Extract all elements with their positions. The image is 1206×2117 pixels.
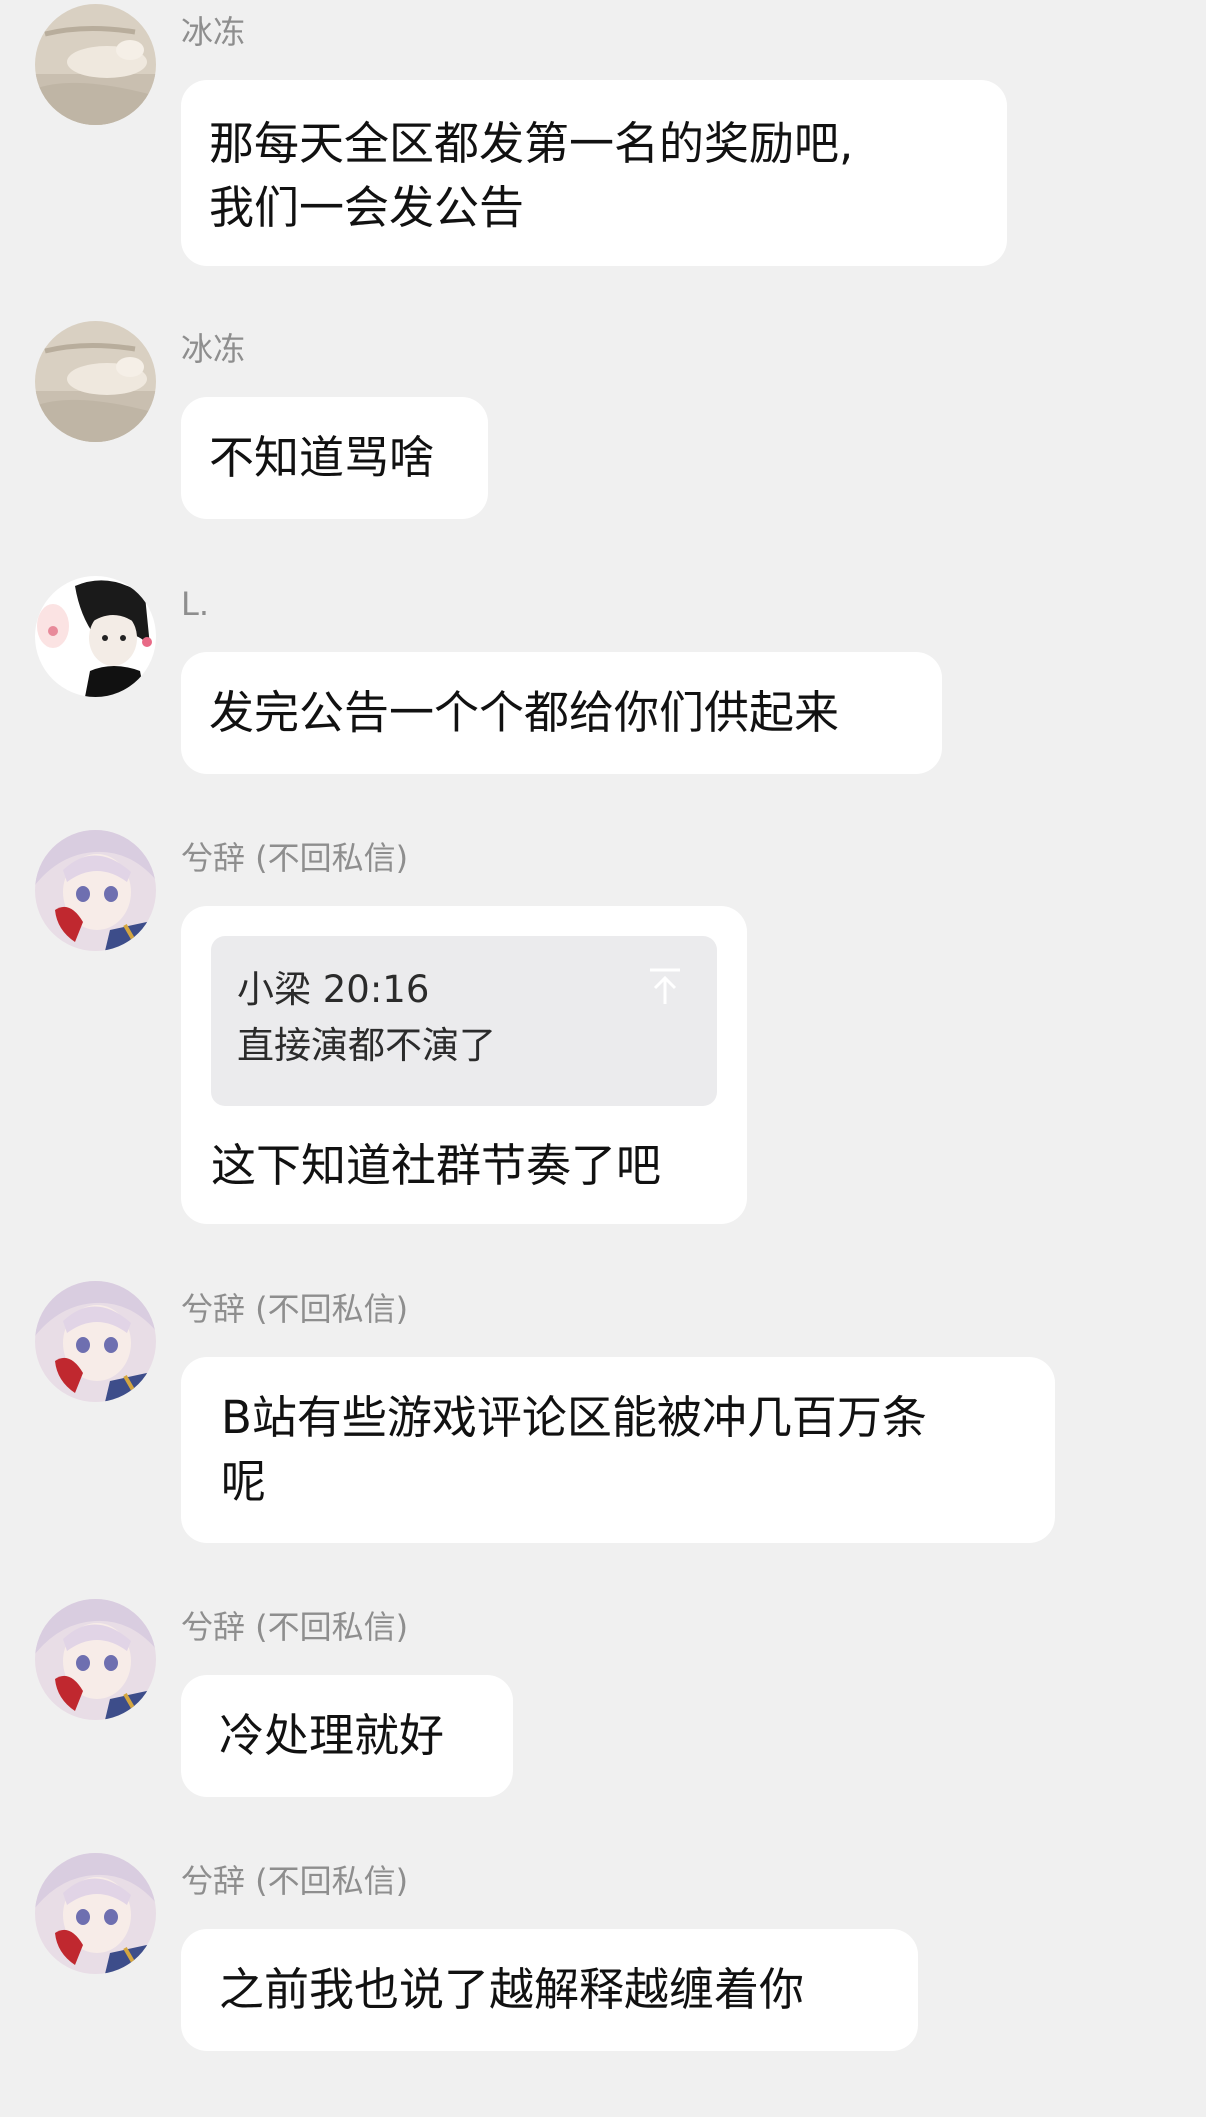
- avatar[interactable]: [35, 576, 156, 697]
- message-text: 发完公告一个个都给你们供起来: [209, 686, 840, 739]
- message-text: 呢: [221, 1455, 267, 1508]
- avatar[interactable]: [35, 321, 156, 442]
- cat-avatar-icon: [35, 4, 156, 125]
- message-bubble[interactable]: 冷处理就好: [181, 1675, 513, 1797]
- quoted-message[interactable]: 小梁 20:16 直接演都不演了: [211, 936, 717, 1106]
- anime-boy-avatar-icon: [35, 576, 156, 697]
- message-text: 我们一会发公告: [209, 181, 525, 234]
- message-text: 之前我也说了越解释越缠着你: [219, 1963, 805, 2016]
- message-bubble[interactable]: 之前我也说了越解释越缠着你: [181, 1929, 918, 2051]
- sender-name: 兮辞 (不回私信): [181, 1290, 409, 1328]
- sender-name: 兮辞 (不回私信): [181, 1862, 409, 1900]
- sender-name: 冰冻: [181, 330, 246, 368]
- avatar[interactable]: [35, 1853, 156, 1974]
- message-bubble[interactable]: B站有些游戏评论区能被冲几百万条 呢: [181, 1357, 1055, 1543]
- avatar[interactable]: [35, 1281, 156, 1402]
- message-text: 冷处理就好: [219, 1709, 445, 1762]
- quoted-text: 直接演都不演了: [237, 1024, 496, 1067]
- message-bubble[interactable]: 发完公告一个个都给你们供起来: [181, 652, 942, 774]
- message-bubble[interactable]: 那每天全区都发第一名的奖励吧, 我们一会发公告: [181, 80, 1007, 266]
- anime-girl-avatar-icon: [35, 830, 156, 951]
- message-text: 那每天全区都发第一名的奖励吧,: [209, 117, 854, 170]
- message-bubble[interactable]: 不知道骂啥: [181, 397, 488, 519]
- message-text: 这下知道社群节奏了吧: [211, 1139, 662, 1192]
- anime-girl-avatar-icon: [35, 1281, 156, 1402]
- anime-girl-avatar-icon: [35, 1853, 156, 1974]
- message-text: B站有些游戏评论区能被冲几百万条: [221, 1391, 927, 1444]
- message-text: 不知道骂啥: [209, 431, 435, 484]
- quoted-author-time: 小梁 20:16: [237, 968, 430, 1011]
- sender-name: 兮辞 (不回私信): [181, 839, 409, 877]
- message-bubble[interactable]: 小梁 20:16 直接演都不演了 这下知道社群节奏了吧: [181, 906, 747, 1224]
- sender-name: 冰冻: [181, 13, 246, 51]
- anime-girl-avatar-icon: [35, 1599, 156, 1720]
- avatar[interactable]: [35, 1599, 156, 1720]
- cat-avatar-icon: [35, 321, 156, 442]
- avatar[interactable]: [35, 4, 156, 125]
- avatar[interactable]: [35, 830, 156, 951]
- jump-to-original-icon[interactable]: [647, 966, 683, 1006]
- sender-name: 兮辞 (不回私信): [181, 1608, 409, 1646]
- sender-name: L.: [181, 585, 209, 623]
